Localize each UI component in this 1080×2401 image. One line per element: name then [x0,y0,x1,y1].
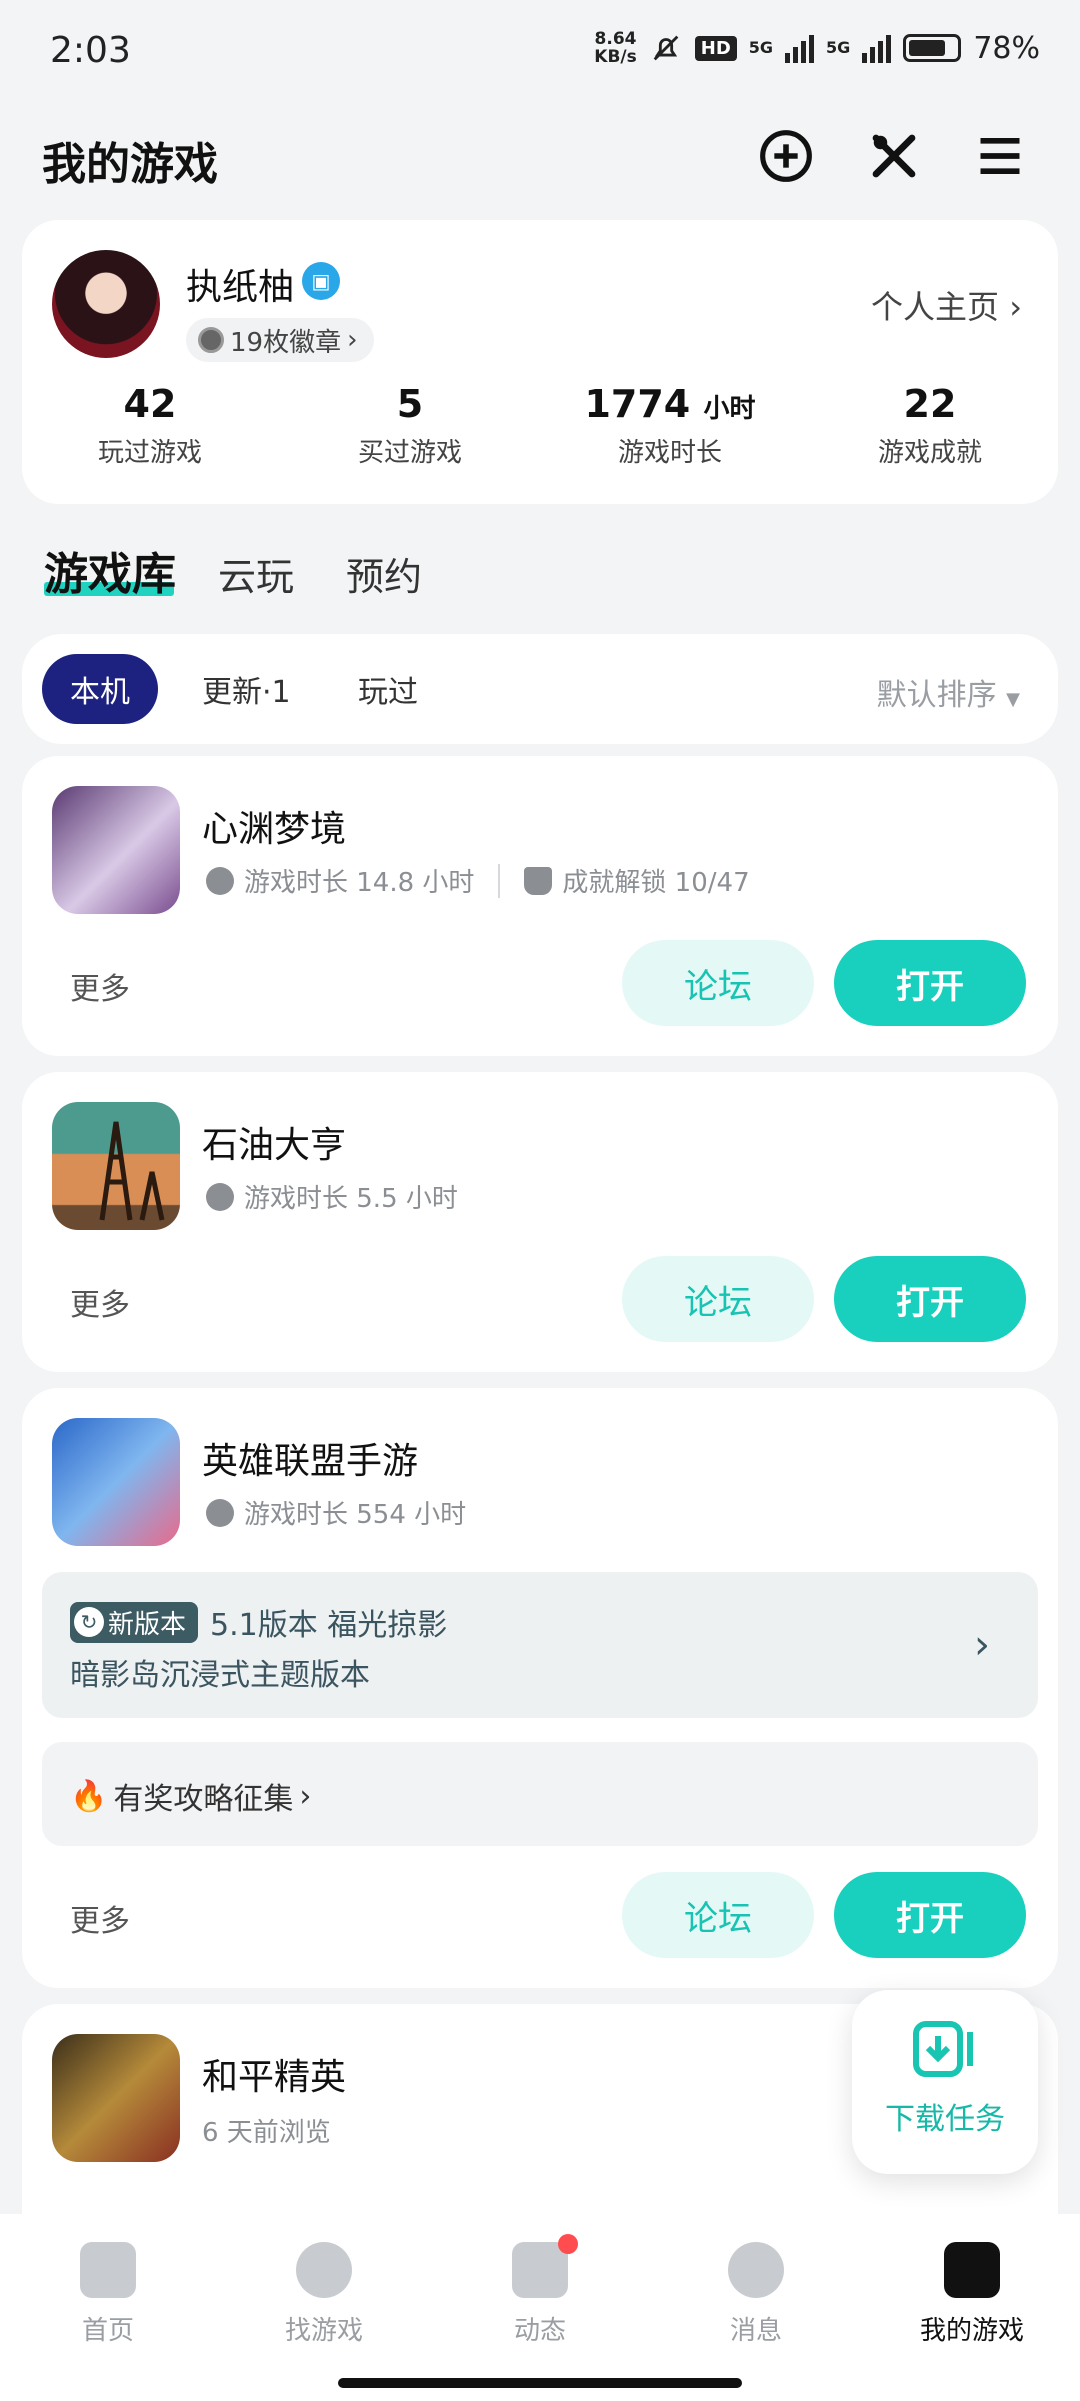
game-name[interactable]: 心渊梦境 [202,800,346,852]
tab-library[interactable]: 游戏库 [44,538,176,602]
download-tasks-label: 下载任务 [885,2102,1005,2137]
new-version-tag: ↻ 新版本 [70,1601,199,1643]
network-type-1: 5G [748,38,774,57]
mute-icon [653,35,679,61]
game-icon[interactable] [52,2034,180,2162]
nav-home[interactable]: 首页 [18,2242,198,2347]
trophy-icon [524,866,553,895]
download-tasks-button[interactable]: 下载任务 [852,1990,1038,2174]
username: 执纸柚 [186,267,295,308]
game-meta: 游戏时长 5.5 小时 [206,1178,458,1215]
status-time: 2:03 [50,30,131,71]
fire-icon: 🔥 [70,1778,108,1814]
game-name[interactable]: 石油大亨 [202,1116,346,1168]
gamepad-verified-icon: ▣ [302,262,340,300]
tools-button[interactable] [862,124,926,188]
game-name[interactable]: 和平精英 [202,2048,346,2100]
signal-icon [785,33,815,63]
nav-my-games[interactable]: 我的游戏 [882,2242,1062,2347]
message-icon [728,2242,784,2298]
open-button[interactable]: 打开 [834,1256,1026,1342]
stat-bought[interactable]: 5 买过游戏 [290,382,530,469]
oil-derrick-icon [99,1121,165,1221]
signal-icon [862,33,892,63]
filter-chip-played[interactable]: 玩过 [330,654,446,724]
profile-home-link[interactable]: 个人主页 › [871,282,1022,328]
forum-button[interactable]: 论坛 [622,1872,814,1958]
badge-pill[interactable]: 19枚徽章 › [186,318,374,362]
chevron-right-icon: › [1009,288,1022,326]
stopwatch-icon [206,1498,234,1527]
game-icon[interactable] [52,1102,180,1230]
update-title-row: ↻ 新版本 5.1版本 福光掠影 [70,1600,447,1644]
divider [498,863,501,898]
tools-icon [872,134,916,178]
more-button[interactable]: 更多 [70,1896,130,1940]
nav-feed[interactable]: 动态 [450,2234,630,2347]
status-bar: 2:03 8.64 KB/s HD 5G 5G 78% [0,0,1080,100]
game-meta: 6 天前浏览 [202,2118,331,2148]
hd-badge: HD [694,35,737,61]
chevron-right-icon: › [974,1622,990,1668]
filter-chip-update[interactable]: 更新·1 [174,654,319,724]
nav-messages[interactable]: 消息 [666,2242,846,2347]
game-meta: 游戏时长 554 小时 [206,1494,466,1531]
plus-circle-icon [760,130,812,182]
status-icons: 8.64 KB/s HD 5G 5G 78% [594,30,1040,66]
chevron-right-icon: › [347,325,358,355]
sort-dropdown[interactable]: 默认排序 ▼ [877,670,1020,714]
tab-reserve[interactable]: 预约 [346,546,422,601]
stat-achievements[interactable]: 22 游戏成就 [810,382,1050,469]
page-title: 我的游戏 [42,139,218,190]
reward-row: 🔥 有奖攻略征集 › [70,1778,312,1818]
download-icon [913,2021,973,2077]
battery-icon [903,34,962,62]
forum-button[interactable]: 论坛 [622,1256,814,1342]
medal-icon [198,327,224,353]
gamepad-icon [944,2242,1000,2298]
menu-icon [980,138,1020,174]
stopwatch-icon [206,1182,234,1211]
notification-dot [558,2234,578,2254]
stat-playtime[interactable]: 1774 小时 游戏时长 [550,382,790,469]
filter-chip-local[interactable]: 本机 [42,654,158,724]
chevron-right-icon: › [299,1778,312,1814]
nav-discover[interactable]: 找游戏 [234,2242,414,2347]
network-type-2: 5G [826,38,851,57]
more-button[interactable]: 更多 [70,964,130,1008]
more-button[interactable]: 更多 [70,1280,130,1324]
open-button[interactable]: 打开 [834,1872,1026,1958]
stat-played[interactable]: 42 玩过游戏 [30,382,270,469]
feed-icon [512,2234,578,2298]
version-update-banner[interactable] [42,1572,1038,1718]
add-button[interactable] [754,124,818,188]
update-subtitle: 暗影岛沉浸式主题版本 [70,1658,370,1693]
game-icon[interactable] [52,1418,180,1546]
forum-button[interactable]: 论坛 [622,940,814,1026]
stopwatch-icon [206,866,234,895]
battery-percent: 78% [973,30,1040,66]
home-indicator [338,2378,742,2388]
network-speed: 8.64 KB/s [594,29,637,67]
caret-down-icon: ▼ [1006,689,1020,710]
game-meta: 游戏时长 14.8 小时 成就解锁 10/47 [206,862,750,899]
avatar[interactable] [52,250,160,358]
badge-count: 19枚徽章 [230,327,342,358]
home-icon [80,2242,136,2298]
refresh-icon: ↻ [74,1607,104,1637]
menu-button[interactable] [968,124,1032,188]
game-icon[interactable] [52,786,180,914]
planet-icon [296,2242,352,2298]
open-button[interactable]: 打开 [834,940,1026,1026]
game-name[interactable]: 英雄联盟手游 [202,1432,418,1484]
tab-cloud[interactable]: 云玩 [218,546,294,601]
